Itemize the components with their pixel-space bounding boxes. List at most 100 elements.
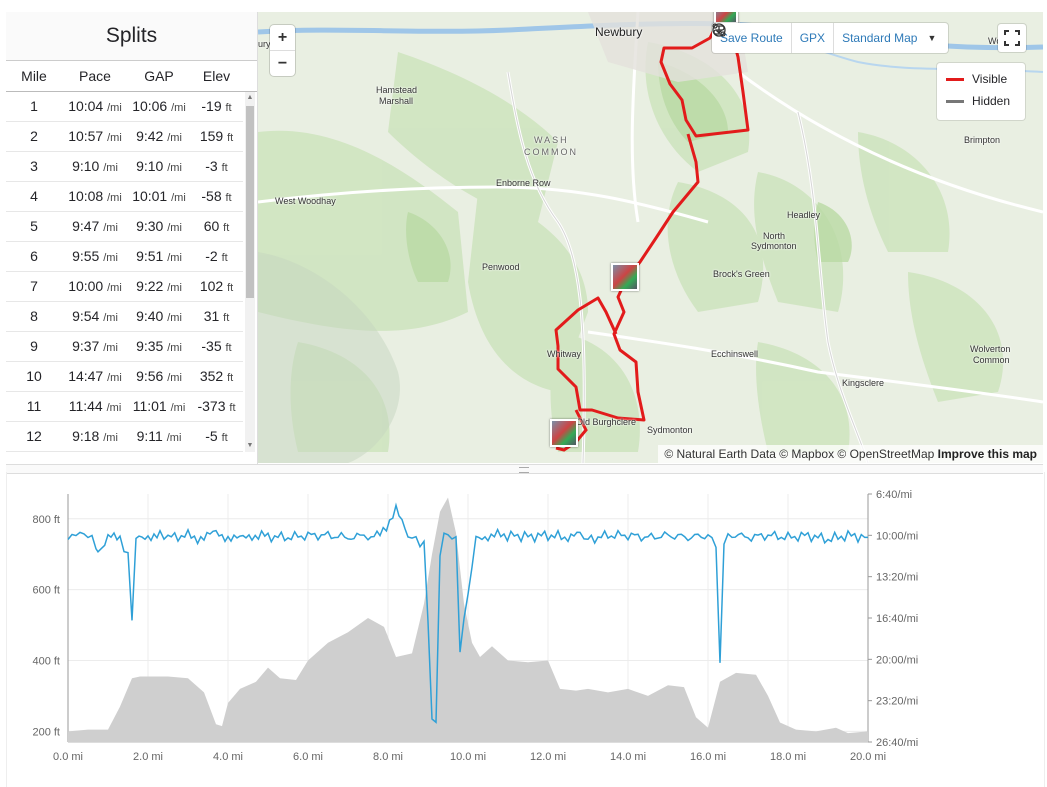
split-gap-value: 9:30 <box>136 218 164 234</box>
x-tick-label: 16.0 mi <box>690 751 726 763</box>
split-elev-value: -2 <box>205 248 218 264</box>
y-right-tick-label: 13:20/mi <box>876 572 918 584</box>
gpx-button[interactable]: GPX <box>712 23 835 53</box>
split-pace: 10:00 /mi <box>62 272 128 301</box>
split-pace-value: 14:47 <box>68 368 104 384</box>
split-row[interactable]: 6 9:55 /mi 9:51 /mi -2 ft <box>6 242 243 272</box>
split-row[interactable]: 3 9:10 /mi 9:10 /mi -3 ft <box>6 152 243 182</box>
legend-hidden[interactable]: Hidden <box>937 90 1025 112</box>
route-map[interactable]: Newbury ury Woolha Hamstead Marshall WAS… <box>258 12 1043 463</box>
split-pace: 9:18 /mi <box>62 422 128 451</box>
split-row[interactable]: 8 9:54 /mi 9:40 /mi 31 ft <box>6 302 243 332</box>
split-pace-unit: /mi <box>107 102 122 114</box>
elevation-pace-chart[interactable]: 0.0 mi 2.0 mi 4.0 mi 6.0 mi 8.0 mi 10.0 mi 12.… <box>6 472 1045 787</box>
split-pace: 10:57 /mi <box>62 122 128 151</box>
split-mile: 11 <box>26 398 42 414</box>
label-hamstead: Hamstead <box>376 85 418 95</box>
scroll-up-arrow-icon[interactable]: ▲ <box>245 92 255 104</box>
split-gap-unit: /mi <box>166 432 182 444</box>
split-gap-unit: /mi <box>167 342 182 354</box>
column-pace: Pace <box>79 68 111 84</box>
split-pace-value: 10:04 <box>68 98 104 114</box>
x-tick-label: 10.0 mi <box>450 751 486 763</box>
split-elev: -3 ft <box>190 152 243 181</box>
split-gap: 11:01 /mi <box>128 392 190 421</box>
legend-hidden-swatch <box>946 99 964 103</box>
split-gap-value: 9:35 <box>136 338 164 354</box>
split-elev: -5 ft <box>190 422 243 451</box>
split-row[interactable]: 2 10:57 /mi 9:42 /mi 159 ft <box>6 122 243 152</box>
split-row[interactable]: 7 10:00 /mi 9:22 /mi 102 ft <box>6 272 243 302</box>
split-gap: 10:06 /mi <box>128 92 190 121</box>
split-gap-unit: /mi <box>171 102 186 114</box>
split-elev-value: 102 <box>199 278 224 294</box>
label-newbury: Newbury <box>595 25 643 39</box>
split-row[interactable]: 1 10:04 /mi 10:06 /mi -19 ft <box>6 92 243 122</box>
split-gap-unit: /mi <box>167 372 182 384</box>
split-row[interactable]: 5 9:47 /mi 9:30 /mi 60 ft <box>6 212 243 242</box>
split-elev: -2 ft <box>190 242 243 271</box>
split-elev-unit: ft <box>223 312 230 324</box>
splits-scrollbar[interactable]: ▲ ▼ <box>245 92 255 452</box>
split-row[interactable]: 4 10:08 /mi 10:01 /mi -58 ft <box>6 182 243 212</box>
split-mile: 12 <box>26 428 42 444</box>
label-west-woodhay: West Woodhay <box>275 196 336 206</box>
split-row[interactable]: 11 11:44 /mi 11:01 /mi -373 ft <box>6 392 243 422</box>
split-elev-value: -5 <box>205 428 218 444</box>
split-pace-value: 10:08 <box>68 188 104 204</box>
scrollbar-thumb[interactable] <box>246 106 254 298</box>
zoom-out-button[interactable]: − <box>270 51 295 76</box>
split-gap: 9:35 /mi <box>128 332 190 361</box>
split-elev: -373 ft <box>190 392 243 421</box>
chevron-down-icon: ▼ <box>927 33 937 43</box>
split-row[interactable]: 10 14:47 /mi 9:56 /mi 352 ft <box>6 362 243 392</box>
split-mile: 2 <box>30 128 38 144</box>
scroll-down-arrow-icon[interactable]: ▼ <box>245 440 255 452</box>
y-right-tick-label: 20:00/mi <box>876 654 918 666</box>
improve-map-link[interactable]: Improve this map <box>938 447 1037 461</box>
photo-marker[interactable] <box>550 419 578 447</box>
x-tick-label: 14.0 mi <box>610 751 646 763</box>
save-route-label: Save Route <box>720 31 783 45</box>
map-style-select[interactable]: Standard Map ▼ <box>834 23 948 53</box>
zoom-in-button[interactable]: + <box>270 25 295 51</box>
split-pace-unit: /mi <box>107 372 122 384</box>
split-elev-value: 31 <box>203 308 220 324</box>
fullscreen-button[interactable] <box>998 24 1026 52</box>
split-elev: 102 ft <box>190 272 243 301</box>
split-pace: 14:47 /mi <box>62 362 128 391</box>
split-pace-value: 10:57 <box>68 128 104 144</box>
gpx-label: GPX <box>799 31 826 45</box>
splits-table-body[interactable]: 1 10:04 /mi 10:06 /mi -19 ft 2 10:57 /mi 9:42 … <box>6 92 257 452</box>
split-row[interactable]: 12 9:18 /mi 9:11 /mi -5 ft <box>6 422 243 452</box>
split-elev-value: 352 <box>199 368 224 384</box>
legend-visible-label: Visible <box>972 72 1008 86</box>
fullscreen-icon <box>1004 30 1020 46</box>
split-gap-value: 9:42 <box>136 128 164 144</box>
label-wash: WASH <box>534 135 569 145</box>
split-row[interactable]: 9 9:37 /mi 9:35 /mi -35 ft <box>6 332 243 362</box>
split-pace-unit: /mi <box>103 252 118 264</box>
legend-visible[interactable]: Visible <box>937 68 1025 90</box>
x-tick-label: 2.0 mi <box>133 751 163 763</box>
label-enborne-row: Enborne Row <box>496 178 551 188</box>
label-penwood: Penwood <box>482 262 520 272</box>
y-left-tick-label: 400 ft <box>32 656 60 668</box>
split-pace-unit: /mi <box>107 192 122 204</box>
label-north-sydmonton: Sydmonton <box>751 241 797 251</box>
x-tick-label: 20.0 mi <box>850 751 886 763</box>
split-elev-value: 159 <box>199 128 224 144</box>
attribution-text[interactable]: © Natural Earth Data © Mapbox © OpenStre… <box>664 447 934 461</box>
map-base <box>258 12 1043 463</box>
label-common2: Common <box>973 355 1010 365</box>
photo-marker[interactable] <box>611 263 639 291</box>
split-elev-unit: ft <box>225 342 232 354</box>
split-elev: 159 ft <box>190 122 243 151</box>
split-pace-unit: /mi <box>107 132 122 144</box>
split-elev-unit: ft <box>221 432 228 444</box>
splits-header: Mile Pace GAP Elev <box>6 61 257 92</box>
x-tick-label: 18.0 mi <box>770 751 806 763</box>
split-elev: 60 ft <box>190 212 243 241</box>
split-gap: 9:11 /mi <box>128 422 190 451</box>
split-pace-value: 10:00 <box>68 278 104 294</box>
